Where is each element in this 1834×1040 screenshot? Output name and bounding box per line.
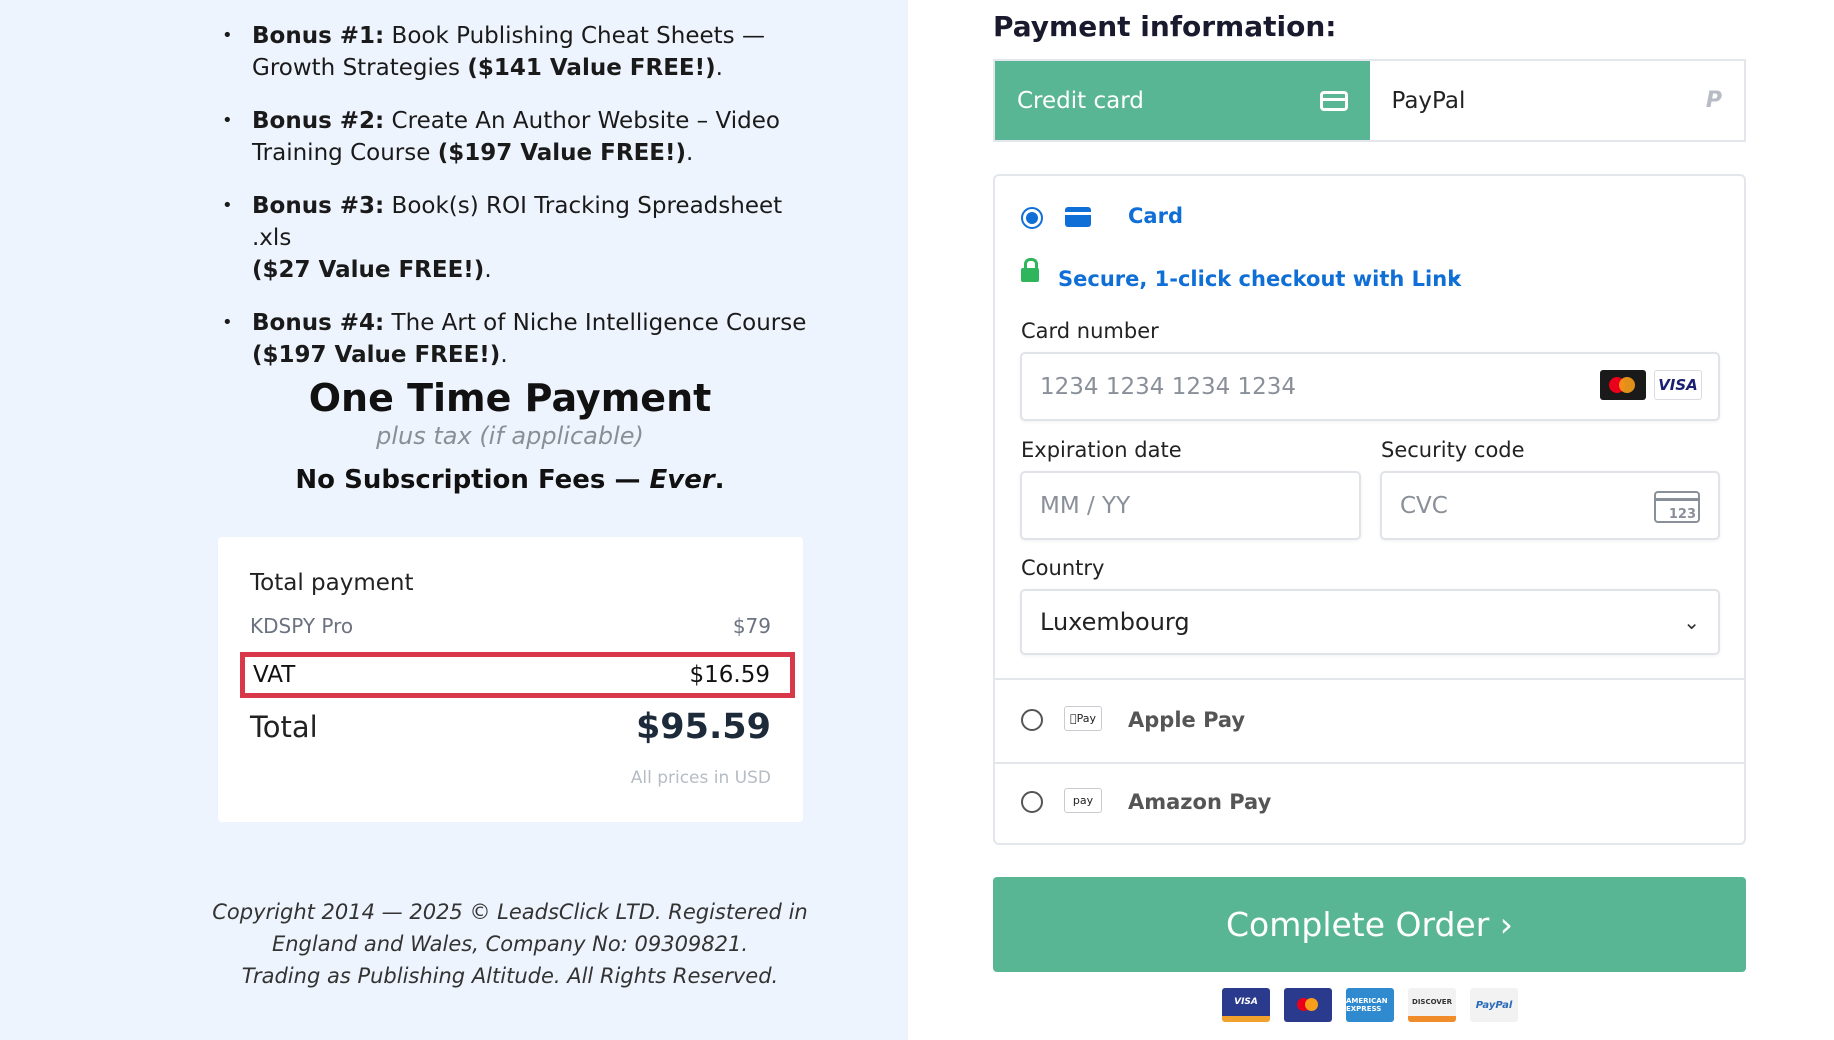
amazon-pay-icon: pay: [1064, 788, 1102, 813]
paypal-icon: P: [1705, 88, 1722, 113]
currency-note: All prices in USD: [630, 768, 771, 788]
paypal-logo-icon: PayPal: [1470, 988, 1518, 1022]
bonus-item: Bonus #3: Book(s) ROI Tracking Spreadshe…: [222, 190, 822, 286]
apple-pay-label: Apple Pay: [1128, 708, 1246, 732]
copyright: Copyright 2014 — 2025 © LeadsClick LTD. …: [212, 900, 808, 988]
apple-pay-radio[interactable]: [1021, 709, 1043, 731]
visa-logo-icon: VISA: [1222, 988, 1270, 1022]
link-checkout-toggle[interactable]: Secure, 1-click checkout with Link: [1058, 267, 1461, 291]
cvc-card-icon: 123: [1654, 491, 1700, 523]
visa-icon: VISA: [1654, 370, 1702, 400]
tab-paypal[interactable]: PayPal P: [1369, 61, 1744, 140]
bonus-item: Bonus #2: Create An Author Website – Vid…: [222, 105, 822, 169]
credit-card-icon: [1319, 90, 1348, 111]
expiry-label: Expiration date: [1021, 438, 1182, 462]
payment-method-panel: Card Secure, 1-click checkout with Link …: [993, 174, 1746, 845]
vat-label: VAT: [253, 662, 296, 688]
complete-order-button[interactable]: Complete Order ›: [993, 877, 1746, 972]
payment-heading: Payment information:: [993, 10, 1337, 43]
pricing-subtitle: plus tax (if applicable): [376, 422, 644, 450]
mastercard-logo-icon: [1284, 988, 1332, 1022]
discover-logo-icon: DISCOVER: [1408, 988, 1456, 1022]
vat-row-highlight: VAT $16.59: [240, 652, 795, 698]
vat-value: $16.59: [689, 662, 770, 688]
card-radio[interactable]: [1021, 207, 1043, 229]
card-number-field[interactable]: VISA: [1020, 352, 1720, 421]
country-value: Luxembourg: [1040, 608, 1190, 636]
order-summary: Total payment KDSPY Pro $79 VAT $16.59 T…: [218, 537, 803, 822]
amex-logo-icon: AMERICAN EXPRESS: [1346, 988, 1394, 1022]
amazon-pay-radio[interactable]: [1021, 791, 1043, 813]
card-icon: [1065, 207, 1091, 227]
cvc-label: Security code: [1381, 438, 1525, 462]
left-panel: Bonus #1: Book Publishing Cheat Sheets —…: [0, 0, 908, 1040]
total-label: Total: [250, 710, 318, 744]
amazon-pay-option[interactable]: pay Amazon Pay: [995, 764, 1744, 846]
total-value: $95.59: [635, 707, 771, 747]
summary-product-row: KDSPY Pro $79: [250, 614, 771, 638]
cvc-field[interactable]: 123: [1380, 471, 1720, 540]
bonus-item: Bonus #4: The Art of Niche Intelligence …: [222, 307, 822, 371]
expiry-field[interactable]: [1020, 471, 1361, 540]
lock-icon: [1021, 258, 1039, 282]
product-name: KDSPY Pro: [250, 614, 354, 638]
summary-title: Total payment: [250, 570, 414, 596]
expiry-input[interactable]: [1040, 492, 1341, 519]
accepted-payments: VISA AMERICAN EXPRESS DISCOVER PayPal: [1222, 988, 1518, 1022]
bonus-list: Bonus #1: Book Publishing Cheat Sheets —…: [222, 20, 822, 392]
mastercard-icon: [1600, 370, 1646, 400]
country-label: Country: [1021, 556, 1105, 580]
chevron-down-icon: ⌄: [1683, 610, 1700, 634]
chevron-down-icon[interactable]: ⌄: [1447, 262, 1464, 286]
apple-pay-option[interactable]: Pay Apple Pay: [995, 680, 1744, 762]
tab-credit-card[interactable]: Credit card: [995, 61, 1370, 140]
card-option-label[interactable]: Card: [1128, 204, 1183, 228]
payment-tabs: Credit card PayPal P: [993, 59, 1746, 142]
country-select[interactable]: Luxembourg ⌄: [1020, 589, 1720, 655]
product-price: $79: [732, 614, 771, 638]
amazon-pay-label: Amazon Pay: [1128, 790, 1272, 814]
pricing-title: One Time Payment: [308, 376, 712, 420]
no-subscription-note: No Subscription Fees — Ever.: [295, 465, 725, 495]
total-row: Total $95.59: [250, 707, 771, 747]
bonus-item: Bonus #1: Book Publishing Cheat Sheets —…: [222, 20, 822, 84]
card-number-label: Card number: [1021, 319, 1159, 343]
apple-pay-icon: Pay: [1064, 706, 1102, 731]
